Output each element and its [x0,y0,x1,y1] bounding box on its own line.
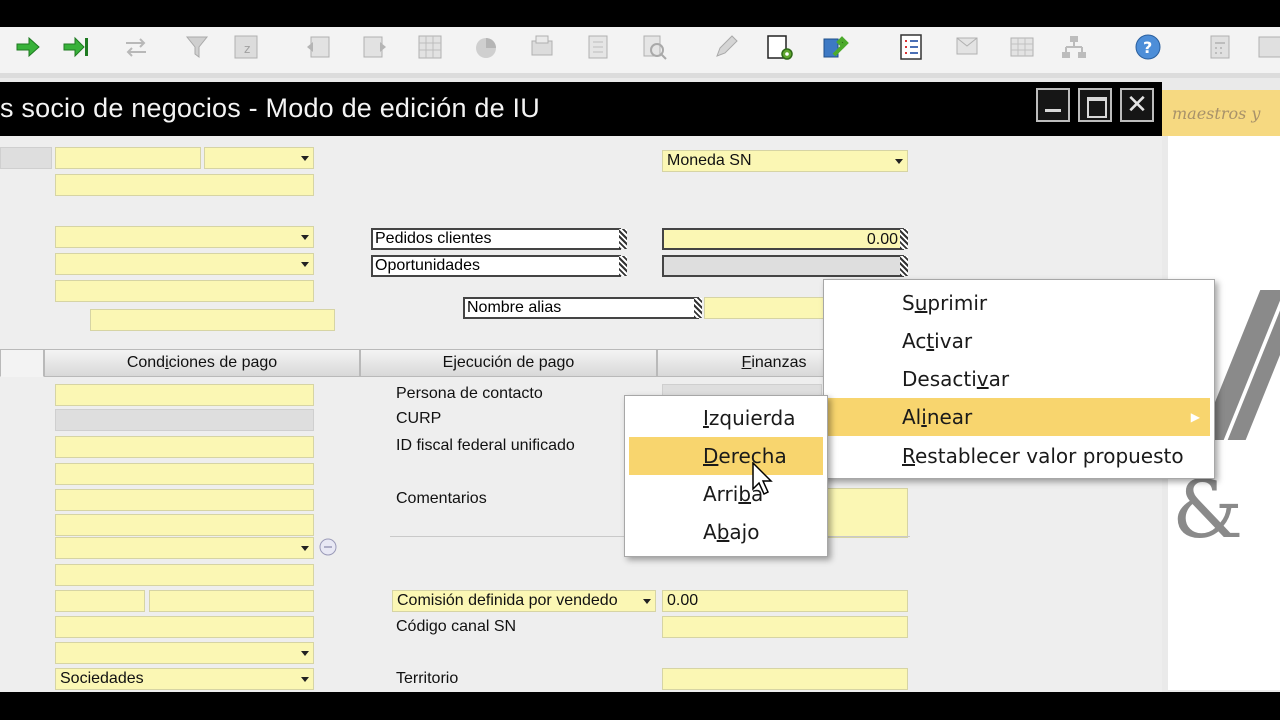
submenu-item-arriba[interactable]: Arriba [625,475,827,513]
svg-text:?: ? [1143,38,1152,57]
comentarios-label: Comentarios [396,490,487,507]
codigo-canal-label: Código canal SN [396,618,517,635]
comision-value[interactable]: 0.00 [662,590,908,612]
cockpit-tab[interactable]: maestros y [1160,90,1280,136]
pie-chart-icon[interactable] [472,33,500,61]
id-fiscal-label: ID fiscal federal unificado [396,437,575,454]
nombre-alias-field[interactable] [704,297,824,319]
close-button[interactable]: ✕ [1120,88,1154,122]
submenu-arrow-icon: ▶ [1190,410,1200,424]
menu-item-desactivar[interactable]: Desactivar [824,360,1214,398]
password-field[interactable] [55,564,314,586]
info-icon[interactable] [318,537,338,557]
arrow-right-icon[interactable] [14,33,42,61]
maximize-button[interactable] [1078,88,1112,122]
context-menu: Suprimir Activar Desactivar Alinear ▶ Res… [823,279,1215,479]
oportunidades-label[interactable]: Oportunidades [371,255,621,277]
window-title: s socio de negocios - Modo de edición de… [0,93,540,123]
align-submenu: Izquierda Derecha Arriba Abajo [624,395,828,557]
base-document-icon[interactable] [305,33,333,61]
tab-ejecucion-pago[interactable]: Ejecución de pago [360,349,657,377]
business-type-dropdown[interactable] [55,642,314,664]
close-icon: ✕ [1126,90,1148,120]
comision-dropdown[interactable]: Comisión definida por vendedo [392,590,656,612]
menu-item-suprimir[interactable]: Suprimir [824,284,1214,322]
submenu-item-abajo[interactable]: Abajo [625,513,827,551]
codigo-canal-field[interactable] [662,616,908,638]
cockpit-tab-text: maestros y [1172,104,1261,123]
menu-item-activar[interactable]: Activar [824,322,1214,360]
hierarchy-icon[interactable] [1060,33,1088,61]
filter-icon[interactable] [183,33,211,61]
edit-pencil-icon[interactable] [712,33,740,61]
table-icon[interactable] [1008,33,1036,61]
target-document-icon[interactable] [360,33,388,61]
mobile-field[interactable] [55,436,314,458]
minimize-button[interactable] [1036,88,1070,122]
journal-icon[interactable] [584,33,612,61]
help-icon[interactable]: ? [1134,33,1162,61]
calculator-icon[interactable] [1206,33,1234,61]
moneda-sn-dropdown[interactable]: Moneda SN [662,150,908,172]
resize-handle[interactable] [619,229,627,249]
send-message-icon[interactable] [954,33,982,61]
submenu-item-derecha[interactable]: Derecha [629,437,823,475]
tools-icon[interactable] [822,33,850,61]
factoring-name-field[interactable] [149,590,314,612]
shipping-type-dropdown[interactable] [55,537,314,559]
resize-handle[interactable] [900,256,908,276]
decorative-ampersand: & [1172,463,1244,556]
mouse-cursor-icon [752,462,773,496]
resize-handle[interactable] [694,298,702,318]
curp-label: CURP [396,410,442,427]
territorio-label: Territorio [396,670,459,687]
swap-icon[interactable] [122,33,150,61]
code-label-box [0,147,52,169]
resize-handle[interactable] [900,229,908,249]
pedidos-clientes-value[interactable]: 0.00 [662,228,904,250]
tab-condiciones-pago[interactable]: Condiciones de pago [44,349,360,377]
email-field[interactable] [55,489,314,511]
calendar-icon[interactable] [1256,33,1280,61]
menu-item-restablecer[interactable]: Restablecer valor propuesto [824,437,1214,475]
window-titlebar: s socio de negocios - Modo de edición de… [0,82,1162,136]
svg-text:z: z [244,42,250,56]
industry-field[interactable] [55,616,314,638]
print-preview-icon[interactable] [528,33,556,61]
rfc-field[interactable] [55,280,314,302]
series-dropdown[interactable] [204,147,314,169]
sort-icon[interactable]: z [232,33,260,61]
phone-field[interactable] [55,384,314,406]
resize-handle[interactable] [619,256,627,276]
foreign-name-field[interactable] [90,309,335,331]
form-settings-icon[interactable] [766,33,794,61]
checklist-icon[interactable] [898,33,926,61]
last-record-icon[interactable] [62,33,90,61]
tab-general[interactable] [0,349,44,377]
find-icon[interactable] [640,33,668,61]
territorio-field[interactable] [662,668,908,690]
phone2-field[interactable] [55,409,314,431]
name-field[interactable] [55,174,314,196]
sociedades-dropdown[interactable]: Sociedades [55,668,314,690]
submenu-item-izquierda[interactable]: Izquierda [625,399,827,437]
grid-icon[interactable] [416,33,444,61]
website-field[interactable] [55,514,314,536]
factoring-field[interactable] [55,590,145,612]
nombre-alias-label[interactable]: Nombre alias [463,297,699,319]
persona-contacto-label: Persona de contacto [396,385,543,402]
menu-item-alinear[interactable]: Alinear ▶ [824,398,1210,436]
toolbar: z ? [0,27,1280,73]
fax-field[interactable] [55,463,314,485]
currency-dropdown[interactable] [55,253,314,275]
code-field[interactable] [55,147,201,169]
pedidos-clientes-label[interactable]: Pedidos clientes [371,228,621,250]
oportunidades-value[interactable] [662,255,904,277]
group-dropdown[interactable] [55,226,314,248]
